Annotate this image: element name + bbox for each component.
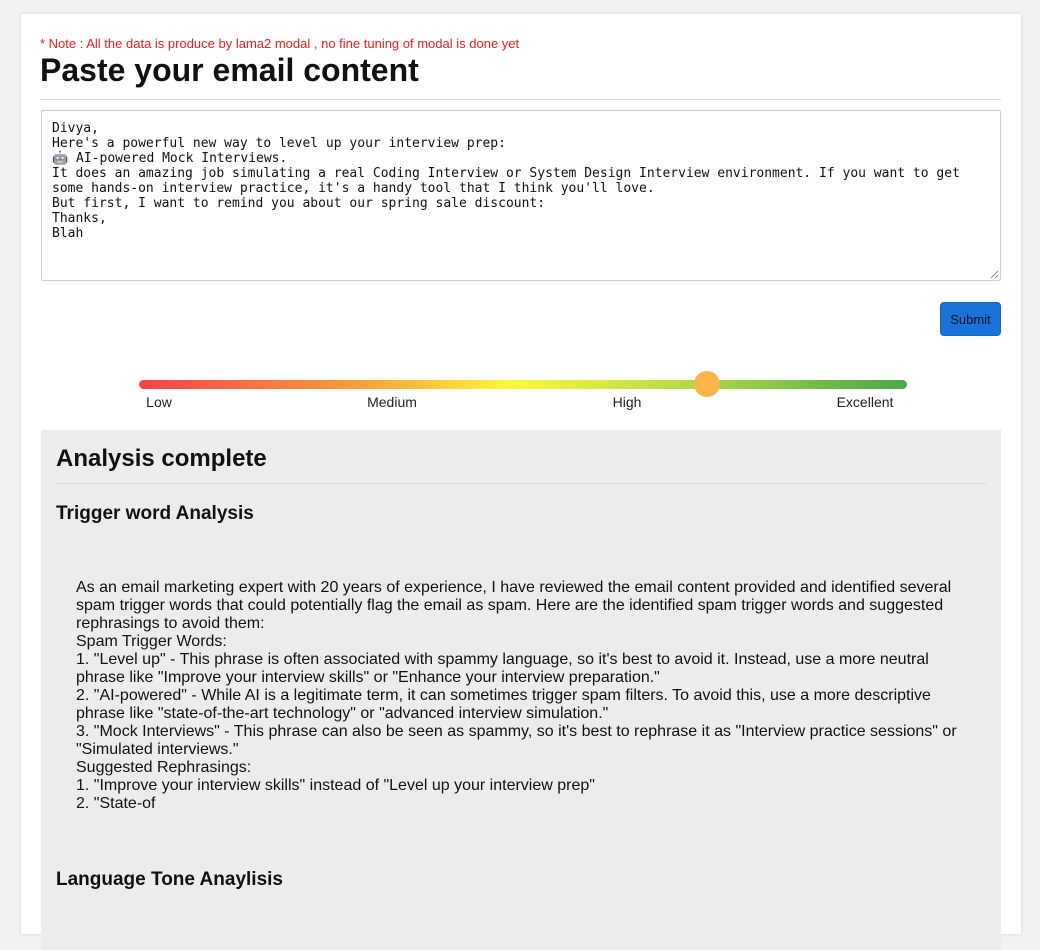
- analysis-title: Analysis complete: [56, 445, 267, 472]
- analysis-panel: Analysis complete Trigger word Analysis …: [41, 430, 1001, 950]
- analysis-line: As an email marketing expert with 20 yea…: [76, 579, 952, 632]
- analysis-line: 3. "Mock Interviews" - This phrase can a…: [76, 723, 957, 758]
- analysis-line: Spam Trigger Words:: [76, 633, 227, 650]
- analysis-line: 2. "State-of: [76, 795, 156, 812]
- analysis-divider: [56, 483, 986, 484]
- meter-label-low: Low: [146, 394, 172, 410]
- analysis-line: 1. "Level up" - This phrase is often ass…: [76, 651, 929, 686]
- main-card: * Note : All the data is produce by lama…: [21, 14, 1021, 950]
- submit-button[interactable]: Submit: [940, 302, 1001, 336]
- quality-meter-track: [139, 380, 907, 389]
- trigger-word-heading: Trigger word Analysis: [56, 503, 254, 524]
- meter-label-excellent: Excellent: [836, 394, 894, 410]
- meter-label-medium: Medium: [367, 394, 417, 410]
- analysis-line: 2. "AI-powered" - While AI is a legitima…: [76, 687, 931, 722]
- meter-label-high: High: [612, 394, 642, 410]
- analysis-line: Suggested Rephrasings:: [76, 759, 252, 776]
- language-tone-heading: Language Tone Anaylisis: [56, 869, 283, 890]
- analysis-line: 1. "Improve your interview skills" inste…: [76, 777, 595, 794]
- page-title: Paste your email content: [40, 52, 419, 88]
- title-divider: [40, 99, 1001, 100]
- quality-meter-knob: [694, 371, 721, 397]
- trigger-word-analysis-text: As an email marketing expert with 20 yea…: [76, 579, 976, 813]
- disclaimer-note: * Note : All the data is produce by lama…: [40, 36, 520, 51]
- email-content-textarea[interactable]: Divya, Here's a powerful new way to leve…: [41, 110, 1001, 281]
- resize-handle-icon[interactable]: [989, 269, 999, 279]
